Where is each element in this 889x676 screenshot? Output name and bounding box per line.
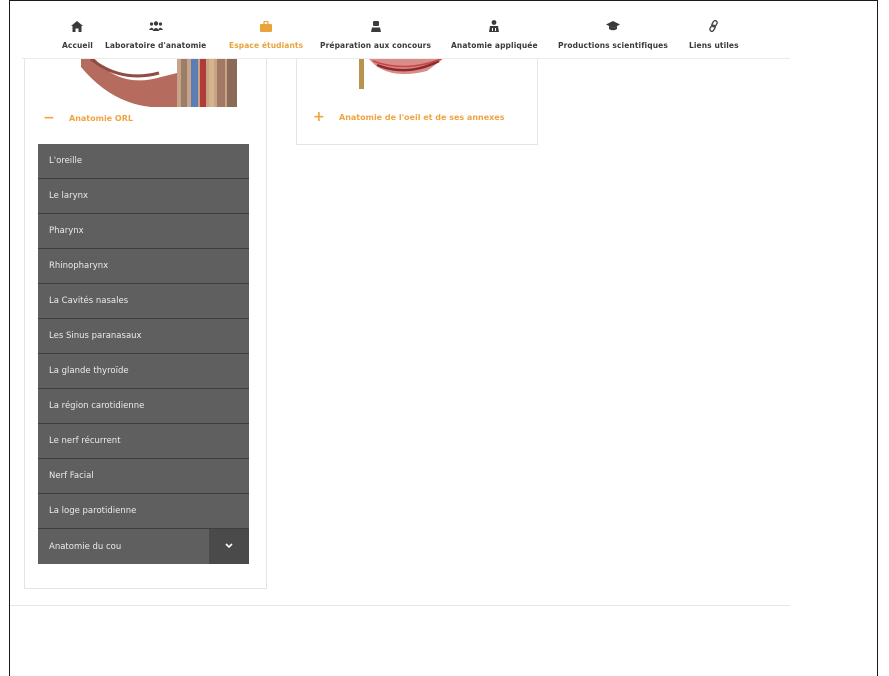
- menu-item-label: Le nerf récurrent: [49, 436, 121, 446]
- page-frame: Accueil Laboratoire d'anatomie Espace ét…: [9, 0, 878, 676]
- menu-item-label: Pharynx: [49, 226, 84, 236]
- nav-item-laboratoire[interactable]: Laboratoire d'anatomie: [105, 7, 206, 53]
- expand-submenu-button[interactable]: [209, 529, 249, 564]
- menu-item-nerf-facial[interactable]: Nerf Facial: [38, 459, 249, 494]
- graduation-cap-icon: [605, 15, 620, 37]
- nav-item-anatomie-appliquee[interactable]: Anatomie appliquée: [451, 7, 538, 53]
- minus-icon: −: [43, 110, 55, 126]
- nav-item-label: Espace étudiants: [229, 41, 304, 50]
- anatomie-oeil-toggle[interactable]: + Anatomie de l'oeil et de ses annexes: [313, 110, 504, 124]
- anatomie-orl-title: Anatomie ORL: [69, 113, 133, 123]
- nav-item-label: Accueil: [62, 41, 93, 50]
- footer-divider: [10, 605, 790, 606]
- menu-item-oreille[interactable]: L'oreille: [38, 144, 249, 179]
- menu-item-anatomie-du-cou[interactable]: Anatomie du cou: [38, 529, 249, 564]
- nav-item-label: Préparation aux concours: [320, 41, 432, 50]
- menu-item-label: L'oreille: [49, 156, 83, 166]
- menu-item-rhinopharynx[interactable]: Rhinopharynx: [38, 249, 249, 284]
- nav-item-espace-etudiants[interactable]: Espace étudiants: [229, 7, 303, 53]
- menu-item-label: La Cavités nasales: [49, 296, 129, 306]
- menu-item-label: La loge parotidienne: [49, 506, 137, 516]
- menu-item-nerf-recurrent[interactable]: Le nerf récurrent: [38, 424, 249, 459]
- nav-item-label: Productions scientifiques: [558, 41, 668, 50]
- nav-item-liens-utiles[interactable]: Liens utiles: [689, 7, 739, 53]
- anatomie-orl-toggle[interactable]: − Anatomie ORL: [43, 111, 133, 125]
- nav-item-productions-scientifiques[interactable]: Productions scientifiques: [558, 7, 668, 53]
- chevron-down-icon: [225, 542, 233, 552]
- menu-item-label: Le larynx: [49, 191, 89, 201]
- user-tie-icon: [370, 15, 381, 37]
- menu-item-glande-thyroide[interactable]: La glande thyroïde: [38, 354, 249, 389]
- menu-item-label: La glande thyroïde: [49, 366, 129, 376]
- menu-item-loge-parotidienne[interactable]: La loge parotidienne: [38, 494, 249, 529]
- menu-item-label: La région carotidienne: [49, 401, 145, 411]
- menu-item-region-carotidienne[interactable]: La région carotidienne: [38, 389, 249, 424]
- nav-item-label: Laboratoire d'anatomie: [105, 41, 207, 50]
- home-icon: [71, 15, 84, 37]
- menu-item-label: Rhinopharynx: [49, 261, 109, 271]
- nav-item-preparation-concours[interactable]: Préparation aux concours: [320, 7, 431, 53]
- briefcase-icon: [260, 15, 273, 37]
- plus-icon: +: [313, 109, 325, 125]
- menu-item-sinus-paranasaux[interactable]: Les Sinus paranasaux: [38, 319, 249, 354]
- orl-anatomy-image: [81, 59, 237, 107]
- nav-item-accueil[interactable]: Accueil: [62, 7, 93, 53]
- user-doctor-icon: [489, 15, 500, 37]
- menu-item-larynx[interactable]: Le larynx: [38, 179, 249, 214]
- menu-item-cavites-nasales[interactable]: La Cavités nasales: [38, 284, 249, 319]
- eye-anatomy-image: [347, 59, 467, 103]
- menu-item-label: Les Sinus paranasaux: [49, 331, 142, 341]
- anatomie-oeil-card: + Anatomie de l'oeil et de ses annexes: [296, 59, 538, 145]
- menu-item-label: Anatomie du cou: [49, 541, 122, 552]
- link-icon: [708, 15, 719, 37]
- menu-item-label: Nerf Facial: [49, 471, 94, 481]
- menu-item-pharynx[interactable]: Pharynx: [38, 214, 249, 249]
- users-icon: [148, 15, 163, 37]
- orl-submenu: L'oreille Le larynx Pharynx Rhinopharynx…: [38, 144, 249, 564]
- nav-item-label: Liens utiles: [689, 41, 739, 50]
- top-navigation: Accueil Laboratoire d'anatomie Espace ét…: [10, 7, 879, 61]
- anatomie-oeil-title: Anatomie de l'oeil et de ses annexes: [339, 112, 505, 122]
- nav-item-label: Anatomie appliquée: [451, 41, 538, 50]
